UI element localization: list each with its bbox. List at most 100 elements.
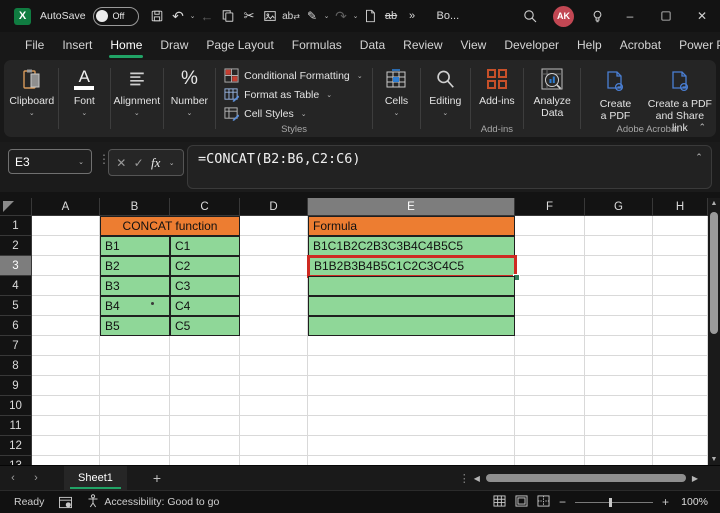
group-cells[interactable]: Cells⌄ (375, 63, 418, 137)
sheet-tab-sheet1[interactable]: Sheet1 (64, 466, 127, 490)
cell-f6[interactable] (515, 316, 585, 336)
row-header-12[interactable]: 12 (0, 436, 32, 456)
row-header-6[interactable]: 6 (0, 316, 32, 336)
cell-e7[interactable] (308, 336, 515, 356)
cell-b4[interactable]: B3 (100, 276, 170, 296)
row-header-11[interactable]: 11 (0, 416, 32, 436)
cell-g9[interactable] (585, 376, 653, 396)
strikethrough-icon[interactable]: ab (381, 4, 402, 28)
column-header-a[interactable]: A (32, 198, 100, 216)
zoom-slider-handle[interactable] (609, 498, 612, 507)
new-file-icon[interactable] (360, 4, 381, 28)
cell-d6[interactable] (240, 316, 308, 336)
expand-formula-bar-icon[interactable]: ⌃ (695, 152, 703, 163)
tab-formulas[interactable]: Formulas (283, 32, 351, 60)
excel-logo-icon[interactable]: X (14, 8, 31, 25)
cell-a9[interactable] (32, 376, 100, 396)
cell-c8[interactable] (170, 356, 240, 376)
cell-h1[interactable] (653, 216, 708, 236)
new-sheet-button[interactable]: + (153, 470, 161, 486)
cell-e4[interactable] (308, 276, 515, 296)
button-create-a-pdf[interactable]: Create a PDF (583, 66, 647, 122)
column-header-c[interactable]: C (170, 198, 240, 216)
scroll-left-icon[interactable]: ◀ (474, 474, 480, 483)
tab-review[interactable]: Review (394, 32, 451, 60)
cell-g12[interactable] (585, 436, 653, 456)
maximize-button[interactable] (648, 0, 684, 32)
cell-c13[interactable] (170, 456, 240, 465)
cell-c4[interactable]: C3 (170, 276, 240, 296)
column-header-f[interactable]: F (515, 198, 585, 216)
macro-record-icon[interactable] (58, 496, 73, 509)
cell-h3[interactable] (653, 256, 708, 276)
cell-g11[interactable] (585, 416, 653, 436)
cancel-icon[interactable]: ✕ (116, 156, 126, 170)
cell-d2[interactable] (240, 236, 308, 256)
cell-a7[interactable] (32, 336, 100, 356)
cell-f2[interactable] (515, 236, 585, 256)
more-commands-icon[interactable]: » (402, 4, 423, 28)
cell-a10[interactable] (32, 396, 100, 416)
tab-page-layout[interactable]: Page Layout (197, 32, 282, 60)
cell-d12[interactable] (240, 436, 308, 456)
cell-d7[interactable] (240, 336, 308, 356)
zoom-slider[interactable] (575, 502, 653, 503)
cell-h13[interactable] (653, 456, 708, 465)
column-header-h[interactable]: H (653, 198, 708, 216)
scroll-up-icon[interactable]: ▲ (708, 200, 720, 207)
cell-d5[interactable] (240, 296, 308, 316)
tab-home[interactable]: Home (101, 32, 151, 60)
cell-h5[interactable] (653, 296, 708, 316)
button-analyze-data[interactable]: Analyze Data (526, 63, 578, 137)
avatar[interactable]: AK (553, 6, 574, 27)
cell-f4[interactable] (515, 276, 585, 296)
cell-c12[interactable] (170, 436, 240, 456)
cell-c5[interactable]: C4 (170, 296, 240, 316)
cell-c11[interactable] (170, 416, 240, 436)
cell-h8[interactable] (653, 356, 708, 376)
collapse-ribbon-icon[interactable]: ⌃ (698, 122, 706, 133)
group-number[interactable]: %Number⌄ (166, 63, 214, 137)
copy-icon[interactable] (218, 4, 239, 28)
cell-a1[interactable] (32, 216, 100, 236)
cell-c9[interactable] (170, 376, 240, 396)
document-name[interactable]: Bo... (437, 10, 460, 22)
cell-d3[interactable] (240, 256, 308, 276)
cell-h9[interactable] (653, 376, 708, 396)
name-box[interactable]: E3 ⌄ (8, 149, 92, 174)
cell-g2[interactable] (585, 236, 653, 256)
cell-f3[interactable] (515, 256, 585, 276)
cell-h11[interactable] (653, 416, 708, 436)
insert-function-icon[interactable]: fx (151, 155, 160, 171)
scroll-down-icon[interactable]: ▼ (708, 456, 720, 463)
cell-g1[interactable] (585, 216, 653, 236)
cell-d13[interactable] (240, 456, 308, 465)
group-clipboard[interactable]: Clipboard⌄ (8, 63, 56, 137)
page-break-view-icon[interactable] (537, 495, 550, 510)
row-header-4[interactable]: 4 (0, 276, 32, 296)
cell-h4[interactable] (653, 276, 708, 296)
cell-h10[interactable] (653, 396, 708, 416)
cell-h6[interactable] (653, 316, 708, 336)
horizontal-scroll-thumb[interactable] (486, 474, 686, 482)
replace-icon[interactable]: ab⇄ (281, 4, 302, 28)
vertical-scrollbar[interactable]: ▲ ▼ (708, 198, 720, 465)
cell-h2[interactable] (653, 236, 708, 256)
cell-h12[interactable] (653, 436, 708, 456)
cell-c3[interactable]: C2 (170, 256, 240, 276)
cell-e6[interactable] (308, 316, 515, 336)
row-header-1[interactable]: 1 (0, 216, 32, 236)
zoom-in-button[interactable]: + (662, 495, 669, 509)
group-editing[interactable]: Editing⌄ (423, 63, 468, 137)
cell-e11[interactable] (308, 416, 515, 436)
draw-icon[interactable]: ✎ (302, 4, 323, 28)
tab-view[interactable]: View (452, 32, 496, 60)
cell-a13[interactable] (32, 456, 100, 465)
cell-f1[interactable] (515, 216, 585, 236)
undo-icon[interactable]: ↶ (168, 4, 189, 28)
tab-data[interactable]: Data (351, 32, 394, 60)
cell-a3[interactable] (32, 256, 100, 276)
minimize-button[interactable]: – (612, 0, 648, 32)
enter-icon[interactable]: ✓ (134, 156, 144, 170)
row-header-10[interactable]: 10 (0, 396, 32, 416)
